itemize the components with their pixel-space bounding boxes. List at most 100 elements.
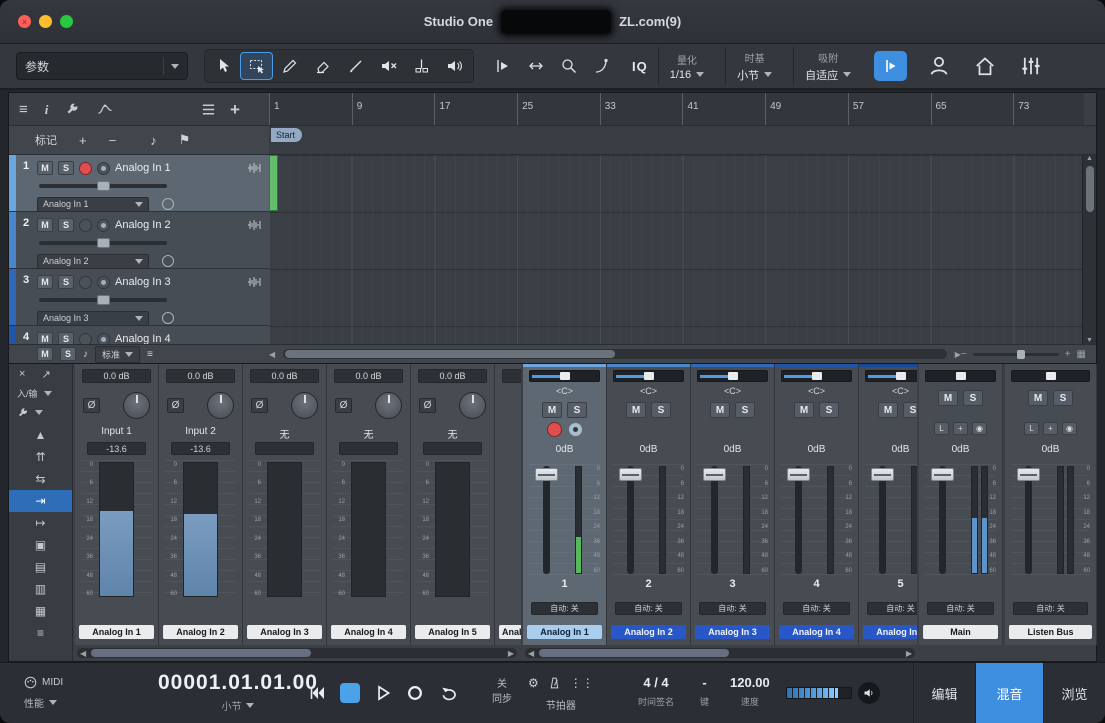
titlebar[interactable]: × Studio One ZL.com(9) xyxy=(0,0,1105,44)
stop-button[interactable] xyxy=(340,683,360,703)
slider-handle[interactable] xyxy=(97,238,110,248)
track-color-strip[interactable] xyxy=(9,269,16,325)
volume-value[interactable]: 0dB xyxy=(691,444,774,458)
track-color-strip[interactable] xyxy=(9,155,16,211)
key-display[interactable]: - 键 xyxy=(700,675,709,708)
track-mute-button[interactable]: M xyxy=(37,161,53,175)
scroll-right-arrow[interactable]: ▶ xyxy=(906,649,912,658)
fader-handle[interactable] xyxy=(1017,468,1040,481)
mix-view-button[interactable]: 混音 xyxy=(975,663,1043,723)
track-solo-button[interactable]: S xyxy=(58,218,74,232)
input-channel-label[interactable]: Analog In 1 xyxy=(79,625,154,639)
track-layout-icon[interactable] xyxy=(201,102,216,117)
list-icon[interactable]: ≡ xyxy=(147,349,153,360)
timebase-control[interactable]: 时基 小节 xyxy=(725,47,783,85)
browse-view-button[interactable]: 浏览 xyxy=(1043,663,1105,723)
automation-mode-button[interactable]: 自动: 关 xyxy=(783,602,850,615)
scrollbar-thumb[interactable] xyxy=(285,350,615,358)
solo-button[interactable]: S xyxy=(963,390,983,406)
input-channel-label[interactable]: Analog In 3 xyxy=(247,625,322,639)
automation-mode-button[interactable]: 自动: 关 xyxy=(1013,602,1088,615)
zoom-menu-icon[interactable]: ▦ xyxy=(1077,349,1086,360)
return-to-start-button[interactable] xyxy=(308,685,326,701)
automation-mode-button[interactable]: 自动: 关 xyxy=(531,602,598,615)
track-header[interactable]: 1 M S Analog In 1 Ana xyxy=(9,155,269,212)
marker-lane[interactable]: Start xyxy=(269,126,1096,155)
channel-label[interactable]: Analog In 3 xyxy=(695,625,770,639)
zoom-icon[interactable] xyxy=(552,52,585,80)
audio-clip[interactable] xyxy=(269,155,278,211)
slider-handle[interactable] xyxy=(1017,350,1025,359)
expand-up-icon[interactable]: ⇈ xyxy=(9,446,72,468)
close-button[interactable]: × xyxy=(18,15,31,28)
input-gain-button[interactable] xyxy=(162,255,174,267)
channel-strip[interactable]: <C> M S 0dB 06121824364860 3 自动: 关 Analo… xyxy=(691,364,775,645)
split-tool-button[interactable] xyxy=(405,52,438,80)
input-gain-knob[interactable] xyxy=(207,392,234,419)
pan-handle[interactable] xyxy=(644,372,654,380)
wide-strips-icon[interactable]: ↦ xyxy=(9,512,72,534)
pan-handle[interactable] xyxy=(1046,372,1056,380)
key-value[interactable]: - xyxy=(700,675,709,690)
pan-handle[interactable] xyxy=(560,372,570,380)
track-monitor-button[interactable] xyxy=(97,276,110,289)
song-position[interactable]: 00001.01.01.00 xyxy=(158,671,318,695)
phase-invert-button[interactable]: Ø xyxy=(167,398,184,413)
eraser-tool-button[interactable] xyxy=(306,52,339,80)
volume-fader[interactable] xyxy=(543,466,550,574)
track-color-strip[interactable] xyxy=(9,326,16,346)
performance-selector[interactable]: 性能 xyxy=(24,695,63,710)
input-channel-label[interactable]: Analog In 6 xyxy=(499,625,521,639)
track-record-arm-button[interactable] xyxy=(79,276,92,289)
pan-slider[interactable] xyxy=(697,370,768,382)
mute-button[interactable]: M xyxy=(878,402,898,418)
track-input-selector[interactable]: Analog In 1 xyxy=(37,197,149,212)
input-channel-strip[interactable]: 0.0 dB Ø 无 06121824364860 Analog In 3 xyxy=(243,364,327,645)
volume-fader[interactable] xyxy=(1025,466,1032,574)
music-note-icon[interactable]: ♪ xyxy=(83,349,88,360)
phase-invert-button[interactable]: Ø xyxy=(251,398,268,413)
automation-mode-button[interactable]: 自动: 关 xyxy=(927,602,994,615)
track-volume-slider[interactable] xyxy=(39,241,167,245)
track-header[interactable]: 4 M S Analog In 4 xyxy=(9,326,269,346)
track-volume-slider[interactable] xyxy=(39,298,167,302)
channel-label[interactable]: Analog In 2 xyxy=(611,625,686,639)
mute-button[interactable]: M xyxy=(542,402,562,418)
user-profile-icon[interactable] xyxy=(921,51,957,81)
record-arm-button[interactable] xyxy=(547,422,562,437)
buses-bank-icon[interactable]: ▥ xyxy=(9,578,72,600)
volume-value[interactable]: 0dB xyxy=(775,444,858,458)
mute-button[interactable]: M xyxy=(626,402,646,418)
listen-bus-label[interactable]: Listen Bus xyxy=(1009,625,1092,639)
scroll-up-arrow[interactable]: ▲ xyxy=(1086,155,1093,162)
automation-mode-button[interactable]: 自动: 关 xyxy=(699,602,766,615)
zoom-in-icon[interactable]: + xyxy=(1065,349,1071,360)
input-gain-display[interactable]: 0.0 dB xyxy=(418,369,487,383)
mono-button[interactable]: L xyxy=(934,422,949,435)
channel-label[interactable]: Analog In 5 xyxy=(863,625,917,639)
volume-value[interactable]: 0dB xyxy=(919,444,1002,458)
track-monitor-button[interactable] xyxy=(97,219,110,232)
range-tool-button[interactable] xyxy=(240,52,273,80)
narrow-strips-icon[interactable]: ⇥ xyxy=(9,490,72,512)
play-from-cursor-icon[interactable] xyxy=(486,52,519,80)
input-channel-strip[interactable]: 0.0 dB Ø Input 2 -13.6 06121824364860 An… xyxy=(159,364,243,645)
input-channel-strip[interactable]: 0.0 dB Ø 无 06121824364860 Analog In 5 xyxy=(411,364,495,645)
solo-button[interactable]: S xyxy=(651,402,671,418)
tempo-value[interactable]: 120.00 xyxy=(730,675,770,690)
time-unit-selector[interactable]: 小节 xyxy=(221,698,254,713)
fader-handle[interactable] xyxy=(619,468,642,481)
pan-slider[interactable] xyxy=(781,370,852,382)
close-mixer-icon[interactable]: × xyxy=(19,368,25,380)
params-dropdown[interactable]: 参数 xyxy=(16,52,188,80)
volume-value[interactable]: 0dB xyxy=(607,444,690,458)
play-button[interactable] xyxy=(374,684,392,702)
console-panel-icon[interactable] xyxy=(1013,51,1049,81)
pan-slider[interactable] xyxy=(865,370,917,382)
track-solo-button[interactable]: S xyxy=(58,161,74,175)
track-mode-selector[interactable]: 标准 xyxy=(95,346,140,363)
phase-invert-button[interactable]: Ø xyxy=(335,398,352,413)
pan-slider[interactable] xyxy=(613,370,684,382)
volume-fader[interactable] xyxy=(879,466,886,574)
track-mute-button[interactable]: M xyxy=(37,218,53,232)
